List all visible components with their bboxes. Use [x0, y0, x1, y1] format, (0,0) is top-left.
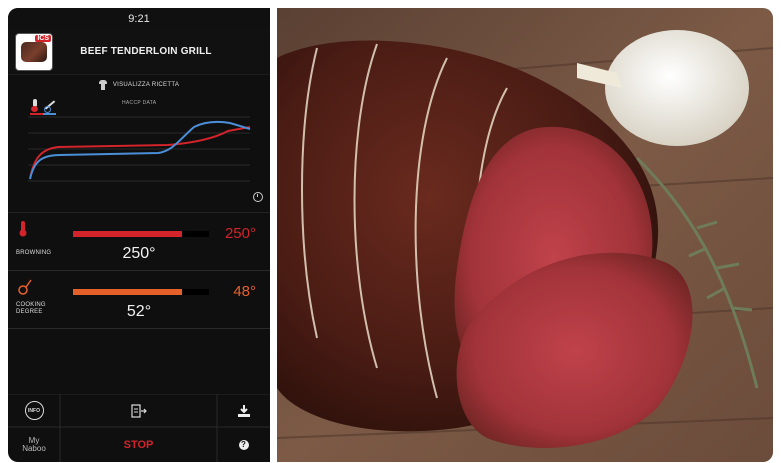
- stop-button[interactable]: STOP: [60, 427, 217, 462]
- recipe-header: ICS BEEF TENDERLOIN GRILL: [8, 29, 270, 75]
- thermometer-icon: [19, 221, 27, 237]
- help-button[interactable]: ?: [217, 427, 270, 462]
- cooking-progress-bar: [73, 289, 209, 295]
- help-icon: ?: [238, 439, 249, 450]
- browning-progress-fill: [73, 231, 182, 237]
- roast-beef-image: [277, 8, 773, 462]
- browning-target[interactable]: 250°: [225, 225, 256, 242]
- beef-roast-photo: [277, 8, 773, 462]
- info-button[interactable]: INFO: [8, 394, 60, 427]
- core-temperature-curve: [29, 120, 251, 180]
- recipe-title: BEEF TENDERLOIN GRILL: [80, 46, 212, 57]
- garlic-bulb: [605, 30, 749, 146]
- mynaboo-logo[interactable]: My Naboo: [8, 427, 60, 462]
- cooking-progress-fill: [73, 289, 182, 295]
- download-button[interactable]: [217, 394, 270, 427]
- cooking-degree-row: COOKING DEGREE 48° 52°: [8, 271, 270, 329]
- status-bar: 9:21: [8, 8, 270, 29]
- browning-row: BROWNING 250° 250°: [8, 213, 270, 271]
- download-icon: [237, 404, 250, 417]
- status-time: 9:21: [128, 12, 150, 25]
- clock-icon[interactable]: [253, 192, 263, 202]
- chef-hat-icon: [98, 80, 107, 90]
- haccp-chart: HACCP DATA: [8, 95, 270, 213]
- view-recipe-label: VISUALIZZA RICETTA: [112, 82, 180, 88]
- export-icon: [130, 403, 147, 418]
- meat-thumbnail-image: [21, 41, 47, 62]
- cooking-value: 52°: [126, 303, 152, 320]
- probe-icon: [18, 279, 32, 295]
- browning-value: 250°: [122, 245, 156, 262]
- haccp-curves: [28, 116, 251, 182]
- oven-app-screen: 9:21 ICS BEEF TENDERLOIN GRILL VISUALIZZ…: [8, 8, 270, 462]
- bottom-toolbar: INFO My Naboo STOP ?: [8, 394, 270, 462]
- cooking-target[interactable]: 48°: [233, 283, 256, 300]
- export-button[interactable]: [60, 394, 217, 427]
- view-recipe-link[interactable]: VISUALIZZA RICETTA: [8, 75, 270, 95]
- ics-badge: ICS: [35, 34, 51, 42]
- browning-progress-bar: [73, 231, 209, 237]
- info-icon: INFO: [24, 401, 44, 420]
- recipe-thumbnail[interactable]: ICS: [16, 33, 52, 70]
